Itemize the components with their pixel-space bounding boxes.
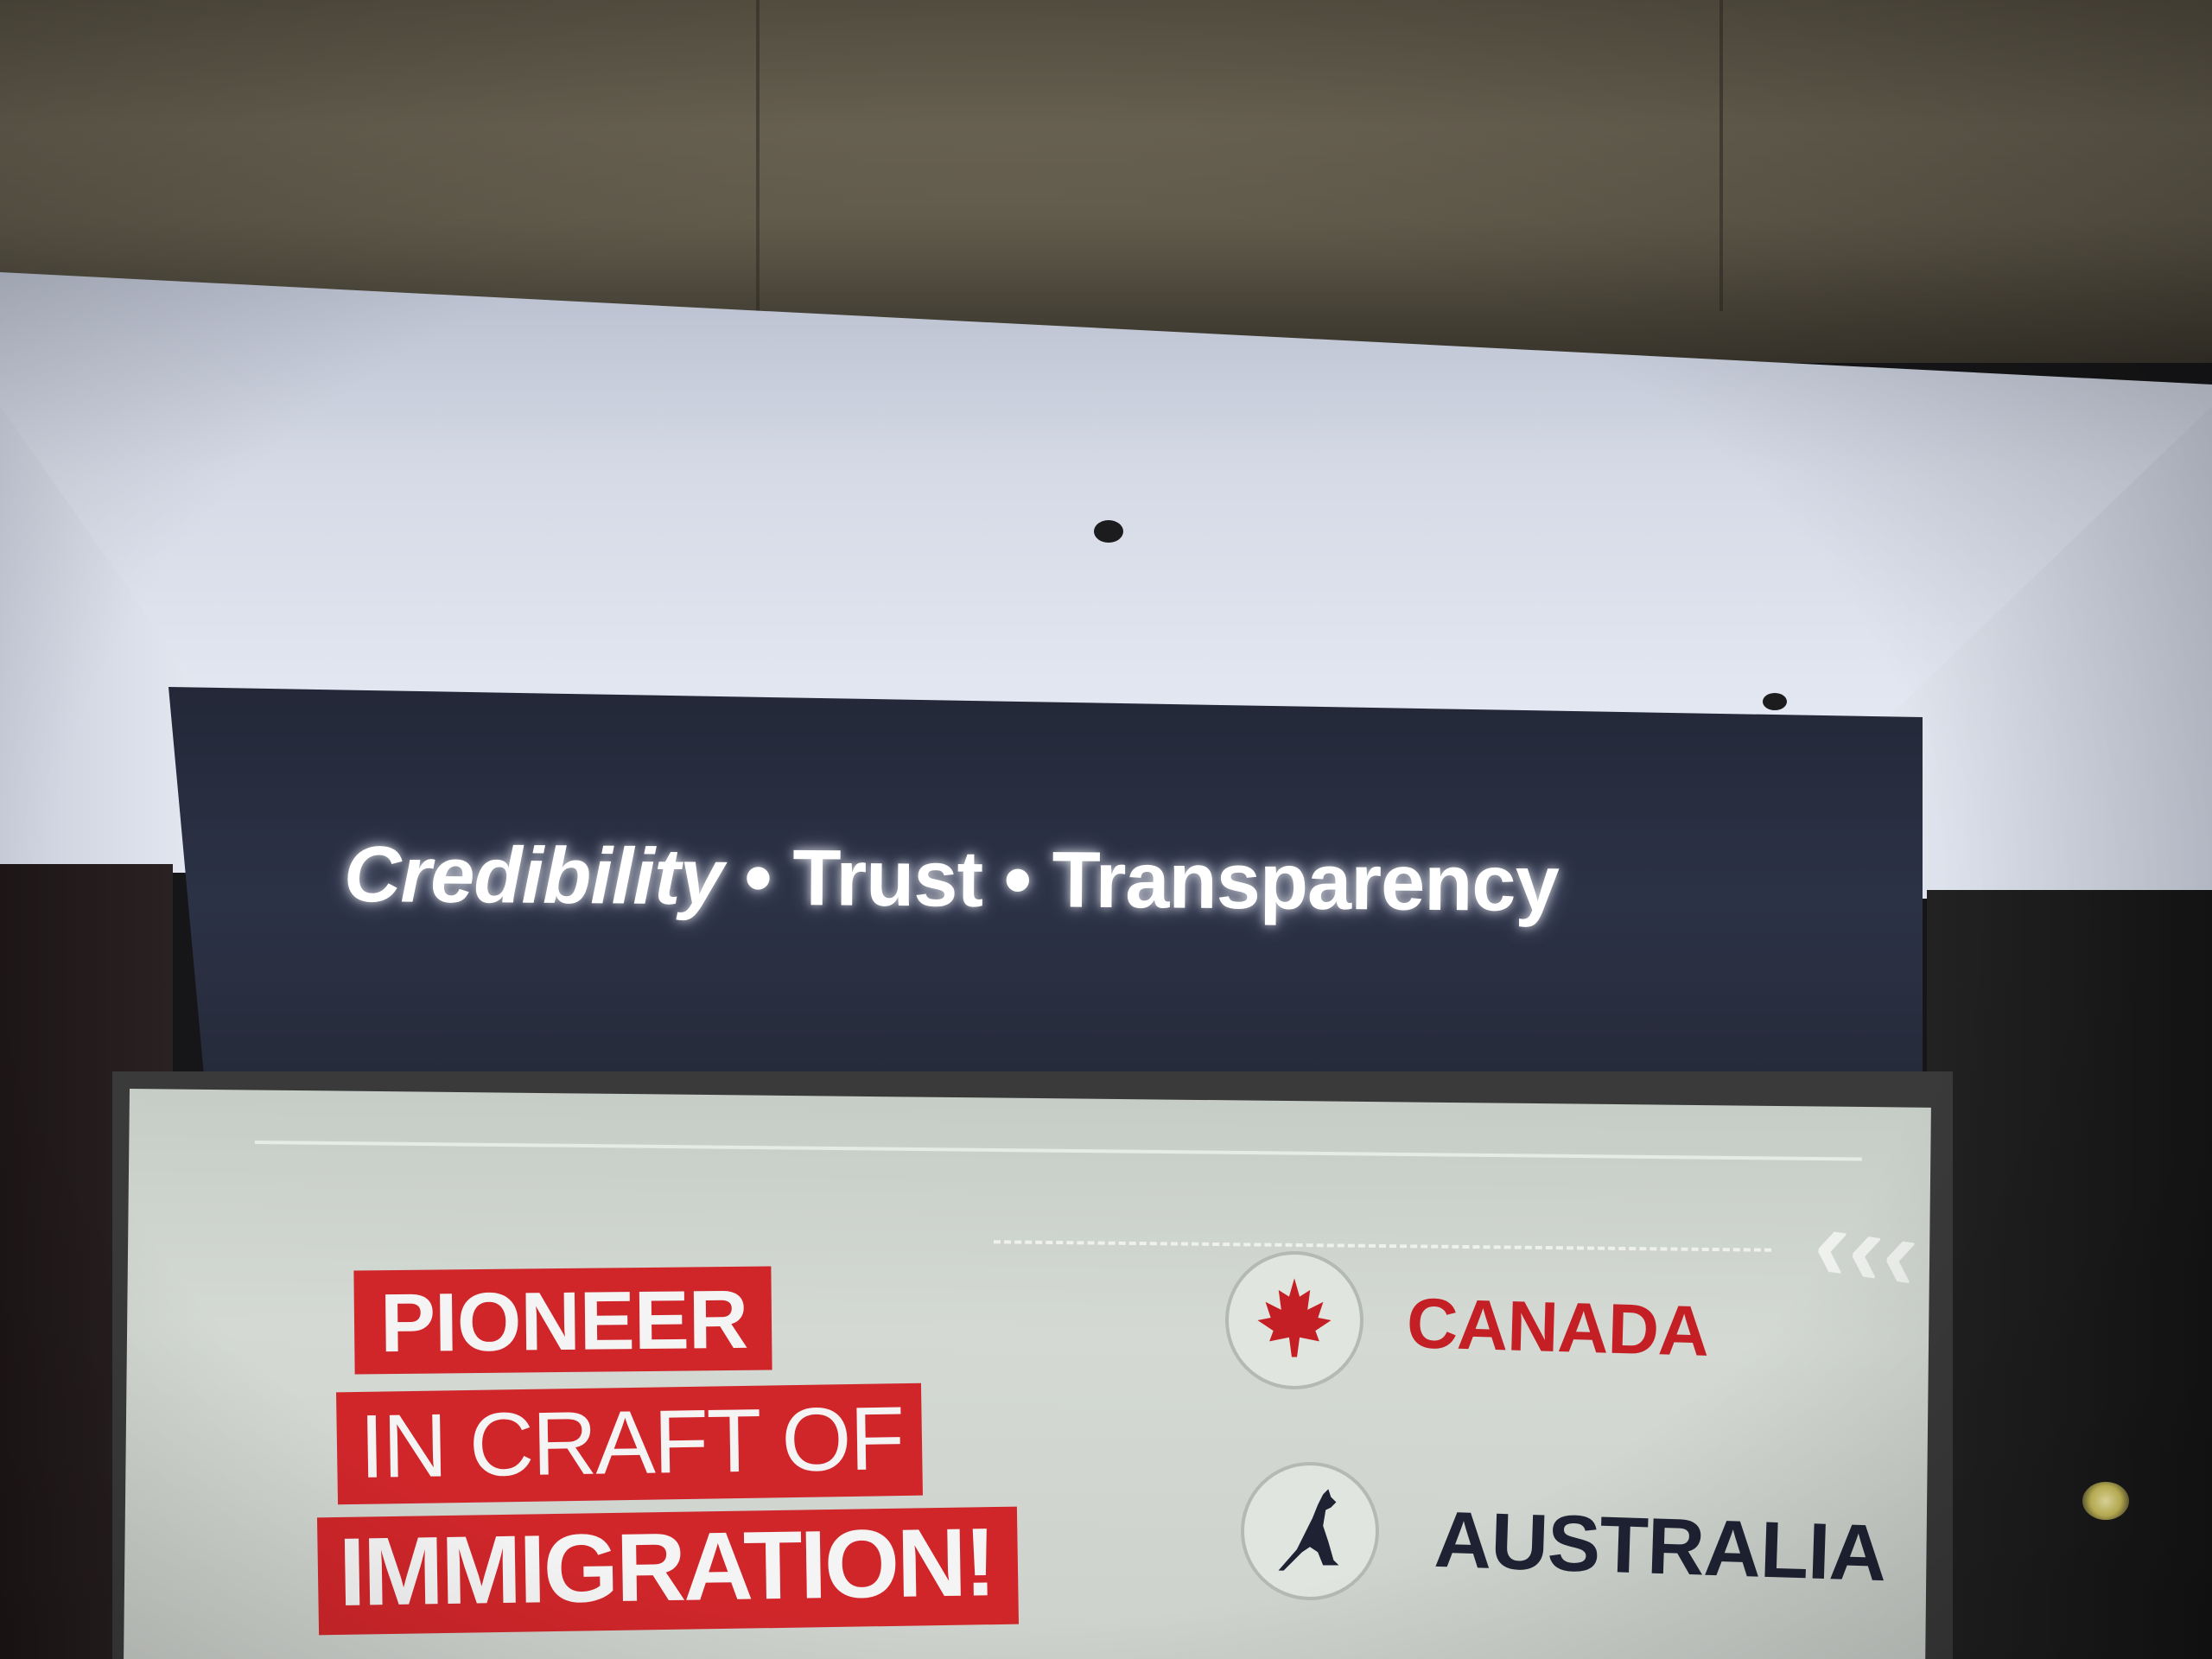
wall-lamp [2082, 1482, 2129, 1520]
sign-word-trust: Trust [791, 834, 983, 924]
headline-line-3: IMMIGRATION! [316, 1506, 1020, 1636]
headline-line-1: PIONEER [353, 1266, 772, 1375]
country-canada: CANADA [1405, 1284, 1710, 1371]
right-wall [1927, 890, 2212, 1659]
kangaroo-icon [1278, 1489, 1339, 1571]
maple-leaf-icon [1257, 1278, 1332, 1357]
photo-scene: Credibility • Trust • Transparency ‹‹‹ P… [0, 0, 2212, 1659]
sign-separator: • [1003, 835, 1032, 925]
sign-word-credibility: Credibility [343, 830, 724, 922]
canada-badge [1225, 1251, 1363, 1389]
sign-slogan: Credibility • Trust • Transparency [344, 830, 1779, 931]
sign-separator: • [744, 833, 772, 922]
ceiling-screw [1094, 520, 1123, 543]
ceiling-screw [1763, 693, 1787, 710]
sign-word-transparency: Transparency [1052, 836, 1560, 929]
chevron-left-icon: ‹‹‹ [1807, 1184, 1926, 1313]
australia-badge [1241, 1462, 1379, 1600]
headline-line-2: IN CRAFT OF [336, 1382, 923, 1505]
country-australia: AUSTRALIA [1433, 1495, 1888, 1599]
